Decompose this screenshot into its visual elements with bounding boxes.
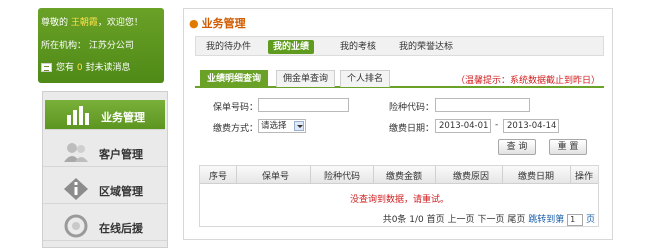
total-count: 共0条: [382, 215, 407, 225]
menu-item-label: 客户管理: [99, 148, 143, 161]
menu-item-label: 业务管理: [101, 111, 145, 124]
message-icon: [41, 63, 52, 72]
pagination: 共0条 1/0 首页 上一页 下一页 尾页 跳转到第 1 页: [383, 212, 595, 226]
menu-item-business[interactable]: 业务管理: [45, 100, 165, 130]
col-divider: [373, 166, 374, 184]
menu-item-support[interactable]: 在线后援: [43, 211, 167, 241]
tab-todo[interactable]: 我的待办件: [201, 40, 256, 54]
policy-number-label: 保单号码：: [213, 103, 259, 113]
panel-title-text: 业务管理: [201, 17, 246, 30]
date-from-input[interactable]: 2013-04-01: [435, 119, 491, 133]
col-action: 操作: [575, 172, 594, 182]
tab-assessment[interactable]: 我的考核: [335, 40, 381, 54]
org-line: 所在机构： 江苏分公司: [41, 38, 134, 51]
messages-prefix: 您有: [56, 63, 75, 73]
notice-text: （温馨提示：系统数据截止到昨日）: [455, 76, 600, 86]
risk-code-label: 险种代码：: [389, 103, 435, 113]
payment-method-value: 请选择: [261, 121, 287, 131]
first-page-link[interactable]: 首页: [427, 215, 445, 225]
col-date: 缴费日期: [518, 172, 555, 182]
col-divider: [570, 166, 571, 184]
subtab-commission[interactable]: 佣金单查询: [276, 70, 336, 87]
reset-button[interactable]: 重 置: [549, 139, 587, 155]
info-icon: [64, 178, 88, 200]
messages-line[interactable]: 您有 0 封未读消息: [41, 60, 131, 73]
unread-count[interactable]: 0: [77, 63, 83, 73]
date-to-input[interactable]: 2013-04-14: [503, 119, 559, 133]
greeting: 尊敬的 王朝霞，欢迎您！: [41, 15, 143, 28]
bullet-icon: ●: [189, 17, 199, 30]
user-name: 王朝霞: [70, 18, 98, 28]
bar-chart-icon: [67, 106, 89, 125]
policy-number-input[interactable]: [258, 98, 349, 112]
col-divider: [310, 166, 311, 184]
col-divider: [502, 166, 503, 184]
org-name: 江苏分公司: [88, 41, 134, 51]
business-panel: ● 业务管理 我的待办件 我的业绩 我的考核 我的荣誉达标 业绩明细查询 佣金单查…: [183, 8, 613, 240]
support-icon: [64, 214, 88, 238]
col-divider: [435, 166, 436, 184]
col-reason: 缴费原因: [453, 172, 490, 182]
query-button[interactable]: 查 询: [498, 139, 536, 155]
page-suffix: 页: [585, 215, 595, 225]
empty-message: 没查询到数据，请重试。: [350, 195, 450, 205]
col-amount: 缴费金额: [386, 172, 423, 182]
left-column: 尊敬的 王朝霞，欢迎您！ 所在机构： 江苏分公司 您有 0 封未读消息 业务管理: [0, 0, 170, 248]
main-tabs: 我的待办件 我的业绩 我的考核 我的荣誉达标: [195, 36, 604, 56]
jump-to-page-link[interactable]: 跳转到第: [528, 215, 564, 225]
payment-method-label: 缴费方式：: [213, 124, 259, 134]
next-page-link[interactable]: 下一页: [477, 215, 504, 225]
panel-title: ● 业务管理: [189, 15, 246, 31]
people-icon: [64, 143, 88, 162]
subtab-performance-detail[interactable]: 业绩明细查询: [200, 70, 269, 87]
page-status: 1/0: [409, 215, 424, 225]
menu-item-label: 在线后援: [99, 222, 143, 235]
payment-method-select[interactable]: 请选择: [258, 119, 306, 133]
prev-page-link[interactable]: 上一页: [448, 215, 475, 225]
tab-my-performance[interactable]: 我的业绩: [268, 40, 315, 54]
results-table: 序号 保单号 险种代码 缴费金额 缴费原因 缴费日期 操作 没查询到数据，请重试…: [199, 165, 599, 227]
col-policy-number: 保单号: [262, 172, 290, 182]
menu-item-customers[interactable]: 客户管理: [43, 137, 167, 167]
col-risk-code: 险种代码: [324, 172, 361, 182]
greeting-prefix: 尊敬的: [41, 18, 69, 28]
page-number-input[interactable]: 1: [567, 213, 584, 226]
last-page-link[interactable]: 尾页: [507, 215, 525, 225]
tab-honors[interactable]: 我的荣誉达标: [394, 40, 458, 54]
messages-suffix: 封未读消息: [85, 63, 131, 73]
side-menu: 业务管理 客户管理 区域管理 在线后援: [42, 91, 168, 248]
col-divider: [236, 166, 237, 184]
org-label: 所在机构：: [41, 41, 87, 51]
payment-date-label: 缴费日期：: [389, 124, 435, 134]
risk-code-input[interactable]: [435, 98, 530, 112]
subtab-ranking[interactable]: 个人排名: [340, 70, 391, 87]
sub-tabs: 业绩明细查询 佣金单查询 个人排名 （温馨提示：系统数据截止到昨日）: [195, 69, 604, 88]
chevron-down-icon[interactable]: [294, 121, 304, 131]
greeting-suffix: ，欢迎您！: [97, 18, 143, 28]
table-header: 序号 保单号 险种代码 缴费金额 缴费原因 缴费日期 操作: [200, 166, 598, 184]
col-index: 序号: [209, 172, 228, 182]
menu-item-label: 区域管理: [99, 185, 143, 198]
date-separator: -: [495, 120, 499, 130]
menu-item-regions[interactable]: 区域管理: [43, 174, 167, 204]
user-info-box: 尊敬的 王朝霞，欢迎您！ 所在机构： 江苏分公司 您有 0 封未读消息: [38, 8, 164, 83]
